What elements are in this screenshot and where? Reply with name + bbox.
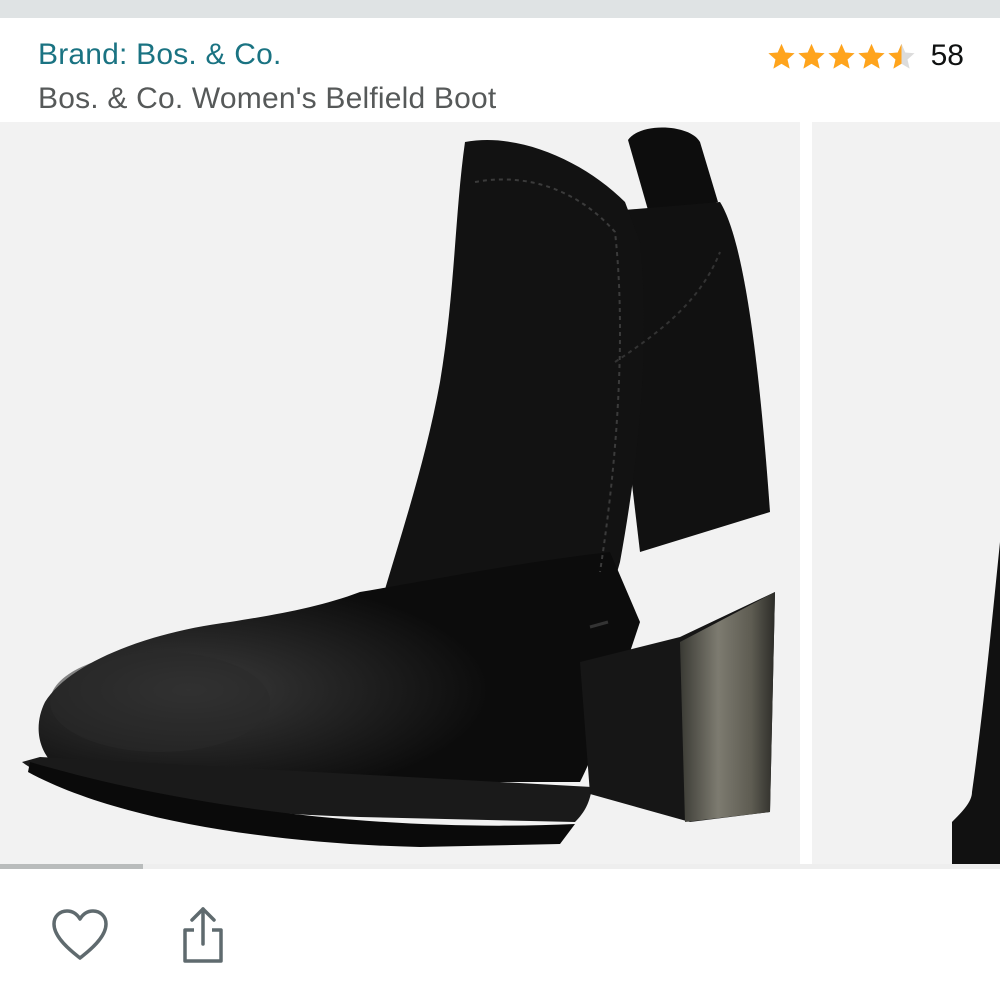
rating-count: 58 [930, 39, 964, 72]
star-icon [888, 43, 915, 69]
gallery-image-main[interactable] [0, 122, 800, 867]
heart-outline-icon [52, 909, 108, 960]
brand-link[interactable]: Brand: Bos. & Co. [38, 38, 282, 72]
rating-summary[interactable]: 58 [767, 36, 964, 76]
boot-image-partial [952, 542, 1000, 867]
product-header: Brand: Bos. & Co. Bos. & Co. Women's Bel… [0, 18, 1000, 122]
action-bar [0, 870, 1000, 1000]
share-icon [183, 907, 223, 963]
image-gallery[interactable] [0, 122, 1000, 867]
boot-image [22, 127, 775, 847]
gallery-scroll-indicator [0, 864, 1000, 869]
top-strip [0, 0, 1000, 18]
gallery-scroll-thumb [0, 864, 143, 869]
share-button[interactable] [168, 900, 238, 970]
product-title: Bos. & Co. Women's Belfield Boot [38, 82, 497, 115]
star-icon [798, 43, 825, 69]
gallery-image-next[interactable] [812, 122, 1000, 867]
star-icon [768, 43, 795, 69]
wishlist-button[interactable] [45, 900, 115, 970]
star-rating [767, 42, 917, 71]
star-icon [828, 43, 855, 69]
star-icon [858, 43, 885, 69]
product-page: Brand: Bos. & Co. Bos. & Co. Women's Bel… [0, 0, 1000, 1000]
